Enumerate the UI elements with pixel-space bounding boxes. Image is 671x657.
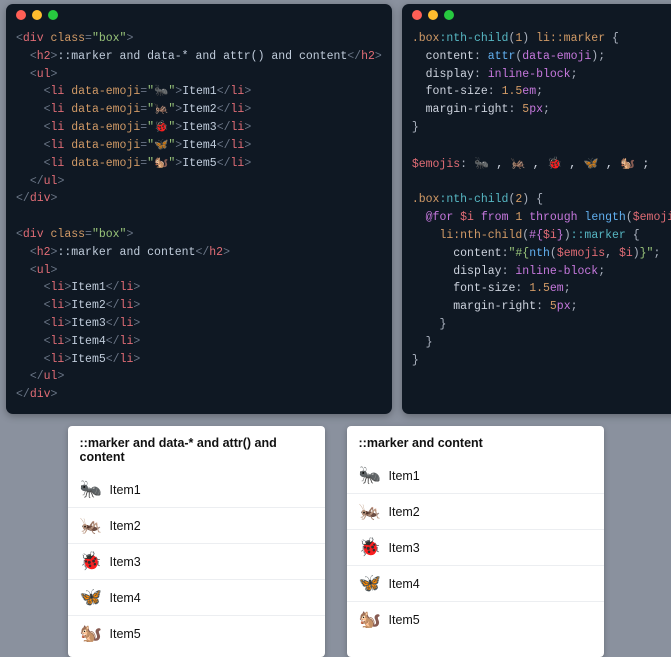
close-icon[interactable] (412, 10, 422, 20)
list-item-label: Item2 (389, 505, 420, 519)
list-item: 🐿️ Item5 (347, 601, 604, 637)
html-source: <div class="box"> <h2>::marker and data-… (16, 30, 382, 404)
list-item: 🐜 Item1 (68, 472, 325, 507)
minimize-icon[interactable] (428, 10, 438, 20)
list-item: 🦋 Item4 (68, 579, 325, 615)
ant-icon: 🐜 (359, 465, 381, 486)
chipmunk-icon: 🐿️ (80, 623, 102, 644)
cricket-icon: 🦗 (359, 501, 381, 522)
close-icon[interactable] (16, 10, 26, 20)
demo-box-2-title: ::marker and content (347, 426, 604, 458)
demo-box-2: ::marker and content 🐜 Item1 🦗 Item2 🐞Item… (347, 426, 604, 657)
zoom-icon[interactable] (444, 10, 454, 20)
butterfly-icon: 🦋 (80, 587, 102, 608)
list-item-label: Item3 (110, 555, 141, 569)
list-item-label: Item5 (110, 627, 141, 641)
list-item: 🐿️ Item5 (68, 615, 325, 651)
list-item-label: Item1 (389, 469, 420, 483)
list-item-label: Item4 (110, 591, 141, 605)
list-item: 🦗 Item2 (347, 493, 604, 529)
demo-box-1-title: ::marker and data-* and attr() and conte… (68, 426, 325, 472)
ladybug-icon: 🐞 (80, 551, 102, 572)
list-item: 🦗 Item2 (68, 507, 325, 543)
butterfly-icon: 🦋 (359, 573, 381, 594)
demo-box-2-list: 🐜 Item1 🦗 Item2 🐞Item3 🦋 Item4 🐿️ Item5 (347, 458, 604, 643)
cricket-icon: 🦗 (80, 515, 102, 536)
list-item: 🐞 Item3 (68, 543, 325, 579)
demo-box-1: ::marker and data-* and attr() and conte… (68, 426, 325, 657)
scss-code-editor: .box:nth-child(1) li::marker { content: … (402, 4, 671, 414)
list-item: 🐜 Item1 (347, 458, 604, 493)
window-traffic-lights (16, 10, 382, 20)
list-item-label: Item2 (110, 519, 141, 533)
minimize-icon[interactable] (32, 10, 42, 20)
demo-box-1-list: 🐜 Item1 🦗 Item2 🐞 Item3 🦋 Item4 🐿️ Item5 (68, 472, 325, 657)
list-item: 🐞Item3 (347, 529, 604, 565)
list-item-label: Item1 (110, 483, 141, 497)
list-item: 🦋 Item4 (347, 565, 604, 601)
ant-icon: 🐜 (80, 479, 102, 500)
list-item-label: Item4 (389, 577, 420, 591)
zoom-icon[interactable] (48, 10, 58, 20)
scss-source: .box:nth-child(1) li::marker { content: … (412, 30, 671, 369)
html-code-editor: <div class="box"> <h2>::marker and data-… (6, 4, 392, 414)
list-item-label: Item5 (389, 613, 420, 627)
chipmunk-icon: 🐿️ (359, 609, 381, 630)
window-traffic-lights (412, 10, 671, 20)
